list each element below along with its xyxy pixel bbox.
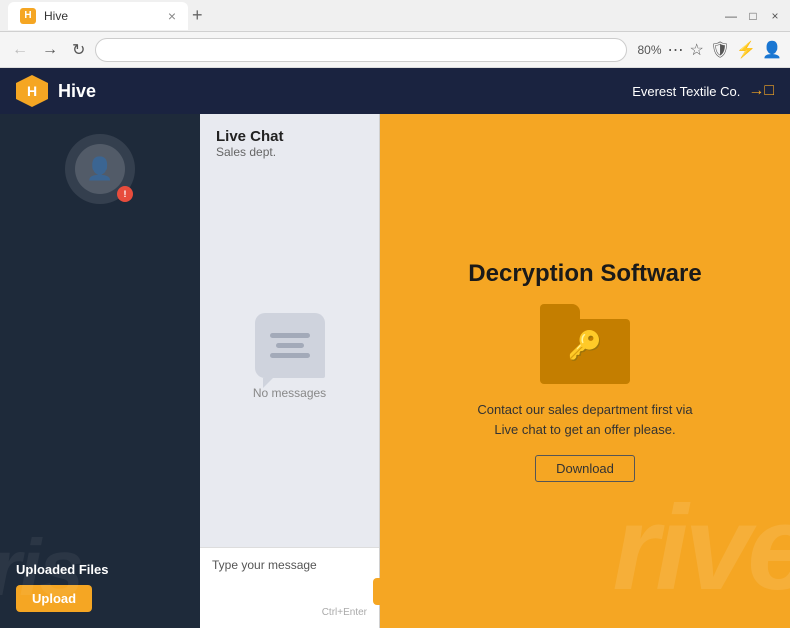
avatar-inner: 👤 — [75, 144, 125, 194]
bookmark-icon[interactable]: ☆ — [690, 40, 704, 60]
sidebar-bottom: Uploaded Files Upload — [0, 546, 200, 628]
profile-icon[interactable]: 👤 — [762, 40, 782, 60]
chat-input-label: Type your message — [212, 558, 367, 572]
chat-subtitle: Sales dept. — [216, 145, 363, 159]
browser-toolbar: ← → ↻ 80% ⋯ ☆ 🛡 ⚡ 👤 — [0, 32, 790, 68]
chat-input-row: Send — [212, 578, 367, 605]
app-title: Hive — [58, 81, 96, 102]
new-tab-button[interactable]: + — [192, 5, 203, 26]
browser-tab[interactable]: H Hive × — [8, 2, 188, 30]
chat-header: Live Chat Sales dept. — [200, 114, 379, 165]
window-controls: — □ × — [724, 9, 782, 23]
chat-messages-area: No messages — [200, 165, 379, 547]
tab-favicon: H — [20, 8, 36, 24]
close-window-button[interactable]: × — [768, 9, 782, 23]
uploaded-files-label: Uploaded Files — [16, 562, 184, 577]
msg-line-2 — [276, 343, 304, 348]
msg-line-1 — [270, 333, 310, 338]
notification-badge: ! — [117, 186, 133, 202]
username-label: Everest Textile Co. — [632, 84, 740, 99]
app-user-info: Everest Textile Co. →□ — [632, 82, 774, 100]
settings-icon[interactable]: ⚡ — [736, 40, 756, 60]
toolbar-icons: ⋯ ☆ 🛡 ⚡ 👤 — [668, 40, 783, 60]
logout-button[interactable]: →□ — [748, 82, 774, 100]
upload-button[interactable]: Upload — [16, 585, 92, 612]
main-content: 👤 ! ris Uploaded Files Upload Live Chat … — [0, 114, 790, 628]
extensions-icon[interactable]: ⋯ — [668, 40, 684, 60]
zoom-label: 80% — [637, 43, 661, 57]
sidebar: 👤 ! ris Uploaded Files Upload — [0, 114, 200, 628]
decryption-desc-line2: Live chat to get an offer please. — [477, 420, 692, 440]
app-logo: H — [16, 75, 48, 107]
address-bar[interactable] — [95, 38, 627, 62]
no-messages-label: No messages — [253, 386, 326, 400]
download-button[interactable]: Download — [535, 455, 635, 482]
folder-body: 🔑 — [540, 319, 630, 384]
refresh-button[interactable]: ↻ — [68, 36, 89, 64]
chat-input-area: Type your message Send Ctrl+Enter — [200, 547, 379, 628]
decryption-desc-line1: Contact our sales department first via — [477, 400, 692, 420]
decryption-description: Contact our sales department first via L… — [477, 400, 692, 439]
close-tab-button[interactable]: × — [168, 8, 176, 24]
chat-empty-icon — [255, 313, 325, 378]
shield-icon[interactable]: 🛡 — [710, 40, 730, 60]
app-container: H Hive Everest Textile Co. →□ 👤 ! ris Up… — [0, 68, 790, 628]
decryption-panel: rive Decryption Software 🔑 Contact our s… — [380, 114, 790, 628]
decryption-folder-icon: 🔑 — [540, 304, 630, 384]
app-header: H Hive Everest Textile Co. →□ — [0, 68, 790, 114]
decryption-title: Decryption Software — [468, 260, 701, 288]
ctrl-enter-hint: Ctrl+Enter — [212, 607, 367, 618]
tab-title: Hive — [44, 9, 68, 23]
avatar: 👤 ! — [65, 134, 135, 204]
minimize-button[interactable]: — — [724, 9, 738, 23]
chat-panel: Live Chat Sales dept. No messages Type y… — [200, 114, 380, 628]
maximize-button[interactable]: □ — [746, 9, 760, 23]
forward-button[interactable]: → — [38, 37, 62, 63]
decryption-watermark: rive — [612, 488, 790, 608]
browser-titlebar: H Hive × + — □ × — [0, 0, 790, 32]
msg-line-3 — [270, 353, 310, 358]
chat-message-input[interactable] — [212, 585, 367, 599]
chat-title: Live Chat — [216, 128, 363, 145]
back-button[interactable]: ← — [8, 37, 32, 63]
key-icon: 🔑 — [568, 329, 603, 362]
